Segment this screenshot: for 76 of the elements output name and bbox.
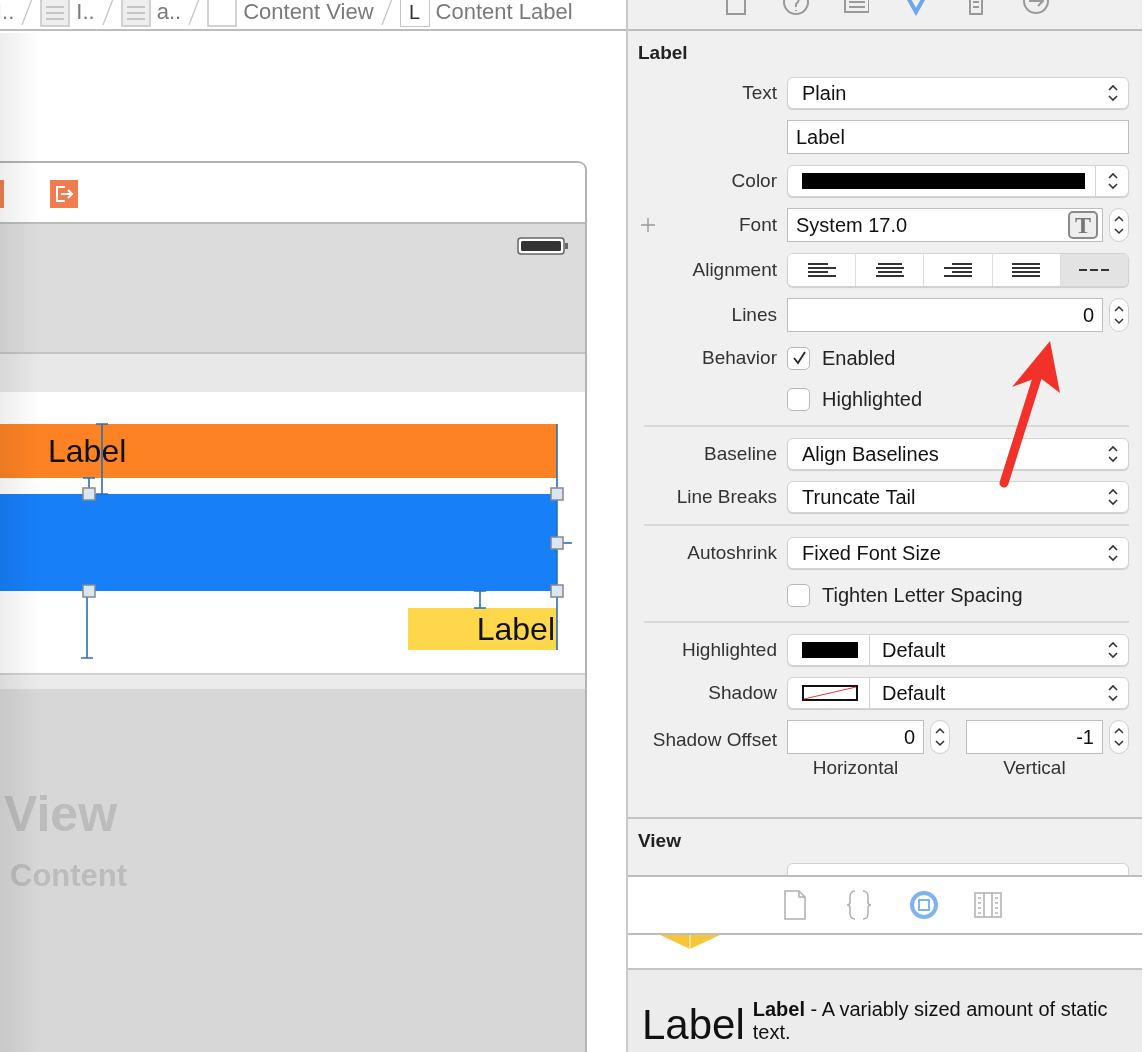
align-right-icon (944, 262, 972, 278)
breadcrumb-item[interactable]: Content Label (435, 0, 573, 28)
add-icon[interactable] (640, 217, 656, 233)
breadcrumb-item[interactable]: I.. (76, 0, 95, 28)
field-label: Highlighted (681, 638, 777, 660)
view-icon[interactable] (207, 0, 238, 27)
resize-handles-drawing[interactable] (82, 487, 564, 598)
object-icon (660, 935, 720, 951)
popup-button[interactable]: Truncate Tail (787, 481, 1129, 513)
align-natural-button[interactable] (1060, 254, 1128, 286)
color-popup-button[interactable]: Default (787, 677, 1129, 709)
updown-icon (1106, 682, 1120, 704)
field-label: Baseline (704, 442, 777, 464)
font-picker-icon[interactable]: T (1068, 211, 1098, 239)
updown-icon (1106, 486, 1120, 508)
align-justified-icon (1012, 262, 1041, 278)
section-title: View (637, 828, 682, 853)
field-label: Behavior (702, 346, 777, 368)
align-left-icon (807, 262, 836, 278)
stepper[interactable] (1109, 208, 1129, 242)
field-label: Lines (731, 303, 777, 325)
text-field[interactable]: Label (787, 120, 1129, 154)
checkbox[interactable] (787, 346, 810, 370)
library-description: Label - A variably sized amount of static text. (752, 998, 1109, 1045)
battery-icon (517, 237, 569, 255)
updown-icon (1106, 82, 1120, 104)
align-center-button[interactable] (856, 254, 925, 286)
stepper[interactable] (1109, 720, 1129, 754)
checkbox-label: Tighten Letter Spacing (822, 583, 1023, 608)
field-caption: Horizontal (811, 756, 900, 780)
stepper[interactable] (1109, 298, 1129, 332)
field-label: Font (738, 213, 777, 235)
font-field[interactable]: System 17.0 T (787, 208, 1103, 242)
align-left-button[interactable] (788, 254, 857, 286)
updown-icon (1106, 639, 1120, 661)
media-library-icon[interactable] (973, 889, 1003, 921)
checkbox[interactable] (787, 387, 810, 411)
color-popup-button[interactable]: Default (787, 634, 1129, 666)
field-label: Shadow Offset (652, 729, 777, 750)
object-library-icon[interactable] (909, 889, 939, 921)
checkbox[interactable] (787, 583, 810, 607)
breadcrumb-item[interactable]: a.. (156, 0, 182, 28)
field-label: Line Breaks (676, 485, 777, 507)
checkbox-label: Highlighted (822, 387, 923, 412)
field-label: Color (731, 169, 777, 191)
align-justified-button[interactable] (992, 254, 1061, 286)
table-icon[interactable] (120, 0, 151, 27)
breadcrumb-item[interactable]: I.. (0, 0, 15, 28)
field-label: Text (742, 81, 777, 103)
field-caption: Vertical (1002, 756, 1067, 780)
label-sample: Label (642, 1004, 745, 1050)
checkbox-label: Enabled (822, 346, 896, 371)
checkmark-icon (790, 350, 807, 366)
align-center-icon (875, 262, 904, 278)
field-label: Shadow (708, 681, 777, 703)
label-icon[interactable]: L (399, 0, 430, 27)
exit-icon[interactable] (50, 180, 78, 208)
updown-icon (1106, 443, 1120, 465)
popup-button[interactable]: Fixed Font Size (787, 537, 1129, 569)
dashes-icon (1079, 268, 1110, 272)
field-label: Autoshrink (687, 541, 777, 563)
number-field[interactable]: -1 (966, 720, 1103, 754)
color-popup-button[interactable] (787, 165, 1129, 197)
number-field[interactable]: 0 (787, 298, 1103, 332)
breadcrumb-item[interactable]: Content View (243, 0, 374, 28)
stepper[interactable] (930, 720, 950, 754)
updown-icon (1106, 542, 1120, 564)
align-right-button[interactable] (924, 254, 993, 286)
table-icon[interactable] (40, 0, 71, 27)
number-field[interactable]: 0 (787, 720, 924, 754)
popup-button[interactable]: Plain (787, 77, 1129, 109)
popup-button[interactable]: Align Baselines (787, 438, 1129, 470)
field-label: Alignment (692, 258, 777, 280)
updown-icon (1106, 170, 1120, 192)
section-title: Label (637, 41, 689, 65)
label-view[interactable]: Label (408, 608, 557, 650)
